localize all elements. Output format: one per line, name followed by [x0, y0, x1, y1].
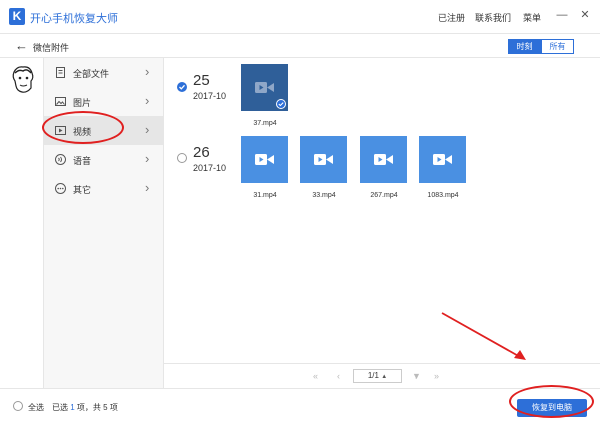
audio-icon [55, 154, 66, 165]
group-day: 25 [193, 72, 210, 89]
video-filename: 37.mp4 [253, 120, 277, 127]
image-icon [55, 97, 66, 106]
contact-us-link[interactable]: 联系我们 [475, 11, 511, 24]
next-page-icon[interactable]: › [415, 371, 418, 381]
sidebar-item-all-files[interactable]: 全部文件 › [44, 58, 163, 87]
back-arrow-icon[interactable]: ← [15, 38, 28, 53]
first-page-icon[interactable]: « [313, 371, 318, 381]
footer-bar: 全选 已选 1 项，共 5 项 恢复到电脑 [0, 388, 600, 421]
toggle-all-button[interactable]: 所有 [541, 39, 574, 54]
close-icon[interactable]: ✕ [578, 8, 592, 22]
document-icon [56, 67, 65, 78]
group-day: 26 [193, 144, 210, 161]
page-number: 1/1 [367, 371, 379, 380]
avatar[interactable] [9, 64, 37, 96]
registered-link[interactable]: 已注册 [438, 11, 465, 24]
sidebar-item-other[interactable]: 其它 › [44, 174, 163, 203]
video-filename: 31.mp4 [253, 192, 277, 199]
video-thumbnail[interactable] [360, 136, 407, 183]
page-indicator[interactable]: 1/1 ▲ [353, 369, 402, 383]
sidebar-item-label: 视频 [73, 127, 92, 137]
video-icon [55, 126, 66, 135]
sidebar-item-images[interactable]: 图片 › [44, 87, 163, 116]
group-month: 2017-10 [193, 91, 227, 101]
app-title: 开心手机恢复大师 [30, 13, 118, 25]
group-checkbox[interactable] [177, 82, 187, 92]
video-thumbnail[interactable] [300, 136, 347, 183]
chevron-right-icon: › [145, 93, 150, 108]
sidebar-item-label: 其它 [73, 185, 92, 195]
video-camera-icon [255, 154, 274, 165]
recover-to-computer-button[interactable]: 恢复到电脑 [517, 399, 587, 417]
select-all-label[interactable]: 全选 [28, 402, 44, 413]
group-checkbox[interactable] [177, 153, 187, 163]
video-thumbnail[interactable] [241, 64, 288, 111]
video-filename: 33.mp4 [312, 192, 336, 199]
video-camera-icon [433, 154, 452, 165]
page-title: 微信附件 [33, 43, 70, 53]
chevron-right-icon: › [145, 64, 150, 79]
sidebar: 全部文件 › 图片 › 视频 › 语音 › 其它 › [44, 58, 164, 388]
sidebar-item-label: 语音 [73, 156, 92, 166]
minimize-icon[interactable]: — [555, 8, 569, 22]
selection-summary: 已选 1 项，共 5 项 [52, 402, 118, 413]
sidebar-item-label: 全部文件 [73, 69, 110, 79]
select-all-checkbox[interactable] [13, 401, 23, 411]
file-grid: 25 2017-10 37.mp4 26 2017-10 31.mp4 33.m… [164, 58, 600, 363]
more-icon [55, 183, 66, 194]
menu-link[interactable]: 菜单 [523, 11, 541, 24]
chevron-right-icon: › [145, 180, 150, 195]
video-thumbnail[interactable] [419, 136, 466, 183]
sidebar-item-audio[interactable]: 语音 › [44, 145, 163, 174]
title-bar: K 开心手机恢复大师 已注册 联系我们 菜单 — ✕ [0, 0, 600, 34]
total-count: 5 [103, 403, 108, 412]
sidebar-item-label: 图片 [73, 98, 92, 108]
toggle-time-button[interactable]: 时刻 [508, 39, 541, 54]
annotation-arrow [441, 312, 526, 360]
sidebar-item-videos[interactable]: 视频 › [44, 116, 163, 145]
summary-prefix: 已选 [52, 403, 68, 412]
summary-suffix: 项 [109, 403, 118, 412]
prev-page-icon[interactable]: ‹ [337, 371, 340, 381]
chevron-right-icon: › [145, 151, 150, 166]
page-up-icon: ▲ [381, 374, 388, 380]
video-camera-icon [255, 82, 274, 93]
group-month: 2017-10 [193, 163, 227, 173]
video-filename: 267.mp4 [370, 192, 398, 199]
video-camera-icon [314, 154, 333, 165]
sub-header: ← 微信附件 时刻 所有 [0, 34, 600, 58]
selected-check-icon [276, 99, 286, 109]
app-logo-icon: K [9, 8, 25, 25]
pagination: « ‹ 1/1 ▲ ▼ › » [164, 363, 600, 388]
video-filename: 1083.mp4 [427, 192, 459, 199]
contact-column [0, 58, 44, 388]
check-icon [179, 84, 185, 90]
selected-count: 1 [70, 403, 75, 412]
video-thumbnail[interactable] [241, 136, 288, 183]
last-page-icon[interactable]: » [434, 371, 439, 381]
summary-mid: 项，共 [76, 403, 101, 412]
chevron-right-icon: › [145, 122, 150, 137]
video-camera-icon [374, 154, 393, 165]
